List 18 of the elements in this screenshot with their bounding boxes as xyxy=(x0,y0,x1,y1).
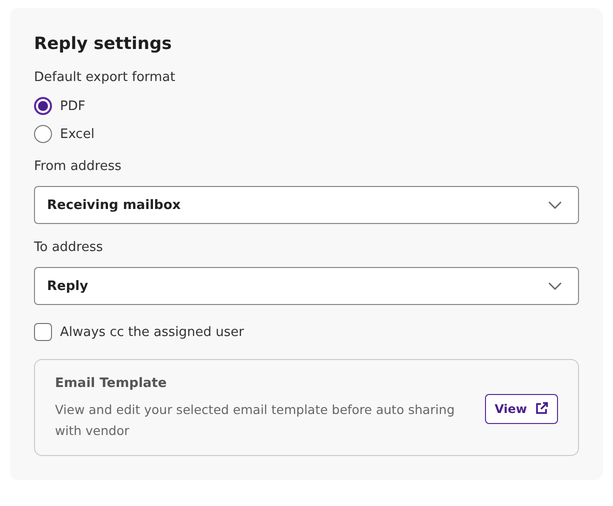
template-title: Email Template xyxy=(55,376,168,391)
field-label: Default export format xyxy=(34,70,176,85)
radio-label: Excel xyxy=(60,126,94,142)
radio-button[interactable] xyxy=(34,97,52,115)
checkbox[interactable] xyxy=(34,323,52,341)
chevron-down-icon xyxy=(548,282,562,290)
to-address-dropdown[interactable]: Reply xyxy=(34,267,579,305)
checkbox-label: Always cc the assigned user xyxy=(60,324,244,340)
panel-title: Reply settings xyxy=(34,34,173,54)
chevron-down-icon xyxy=(548,201,562,209)
field-label: From address xyxy=(34,159,122,174)
radio-button[interactable] xyxy=(34,125,52,143)
from-address-dropdown[interactable]: Receiving mailbox xyxy=(34,186,579,224)
field-label: To address xyxy=(34,240,104,255)
external-link-icon xyxy=(535,402,548,415)
template-description: View and edit your selected email template before auto sharing with vendor xyxy=(55,401,456,440)
radio-label: PDF xyxy=(60,98,86,114)
view-button[interactable]: View xyxy=(484,394,558,424)
